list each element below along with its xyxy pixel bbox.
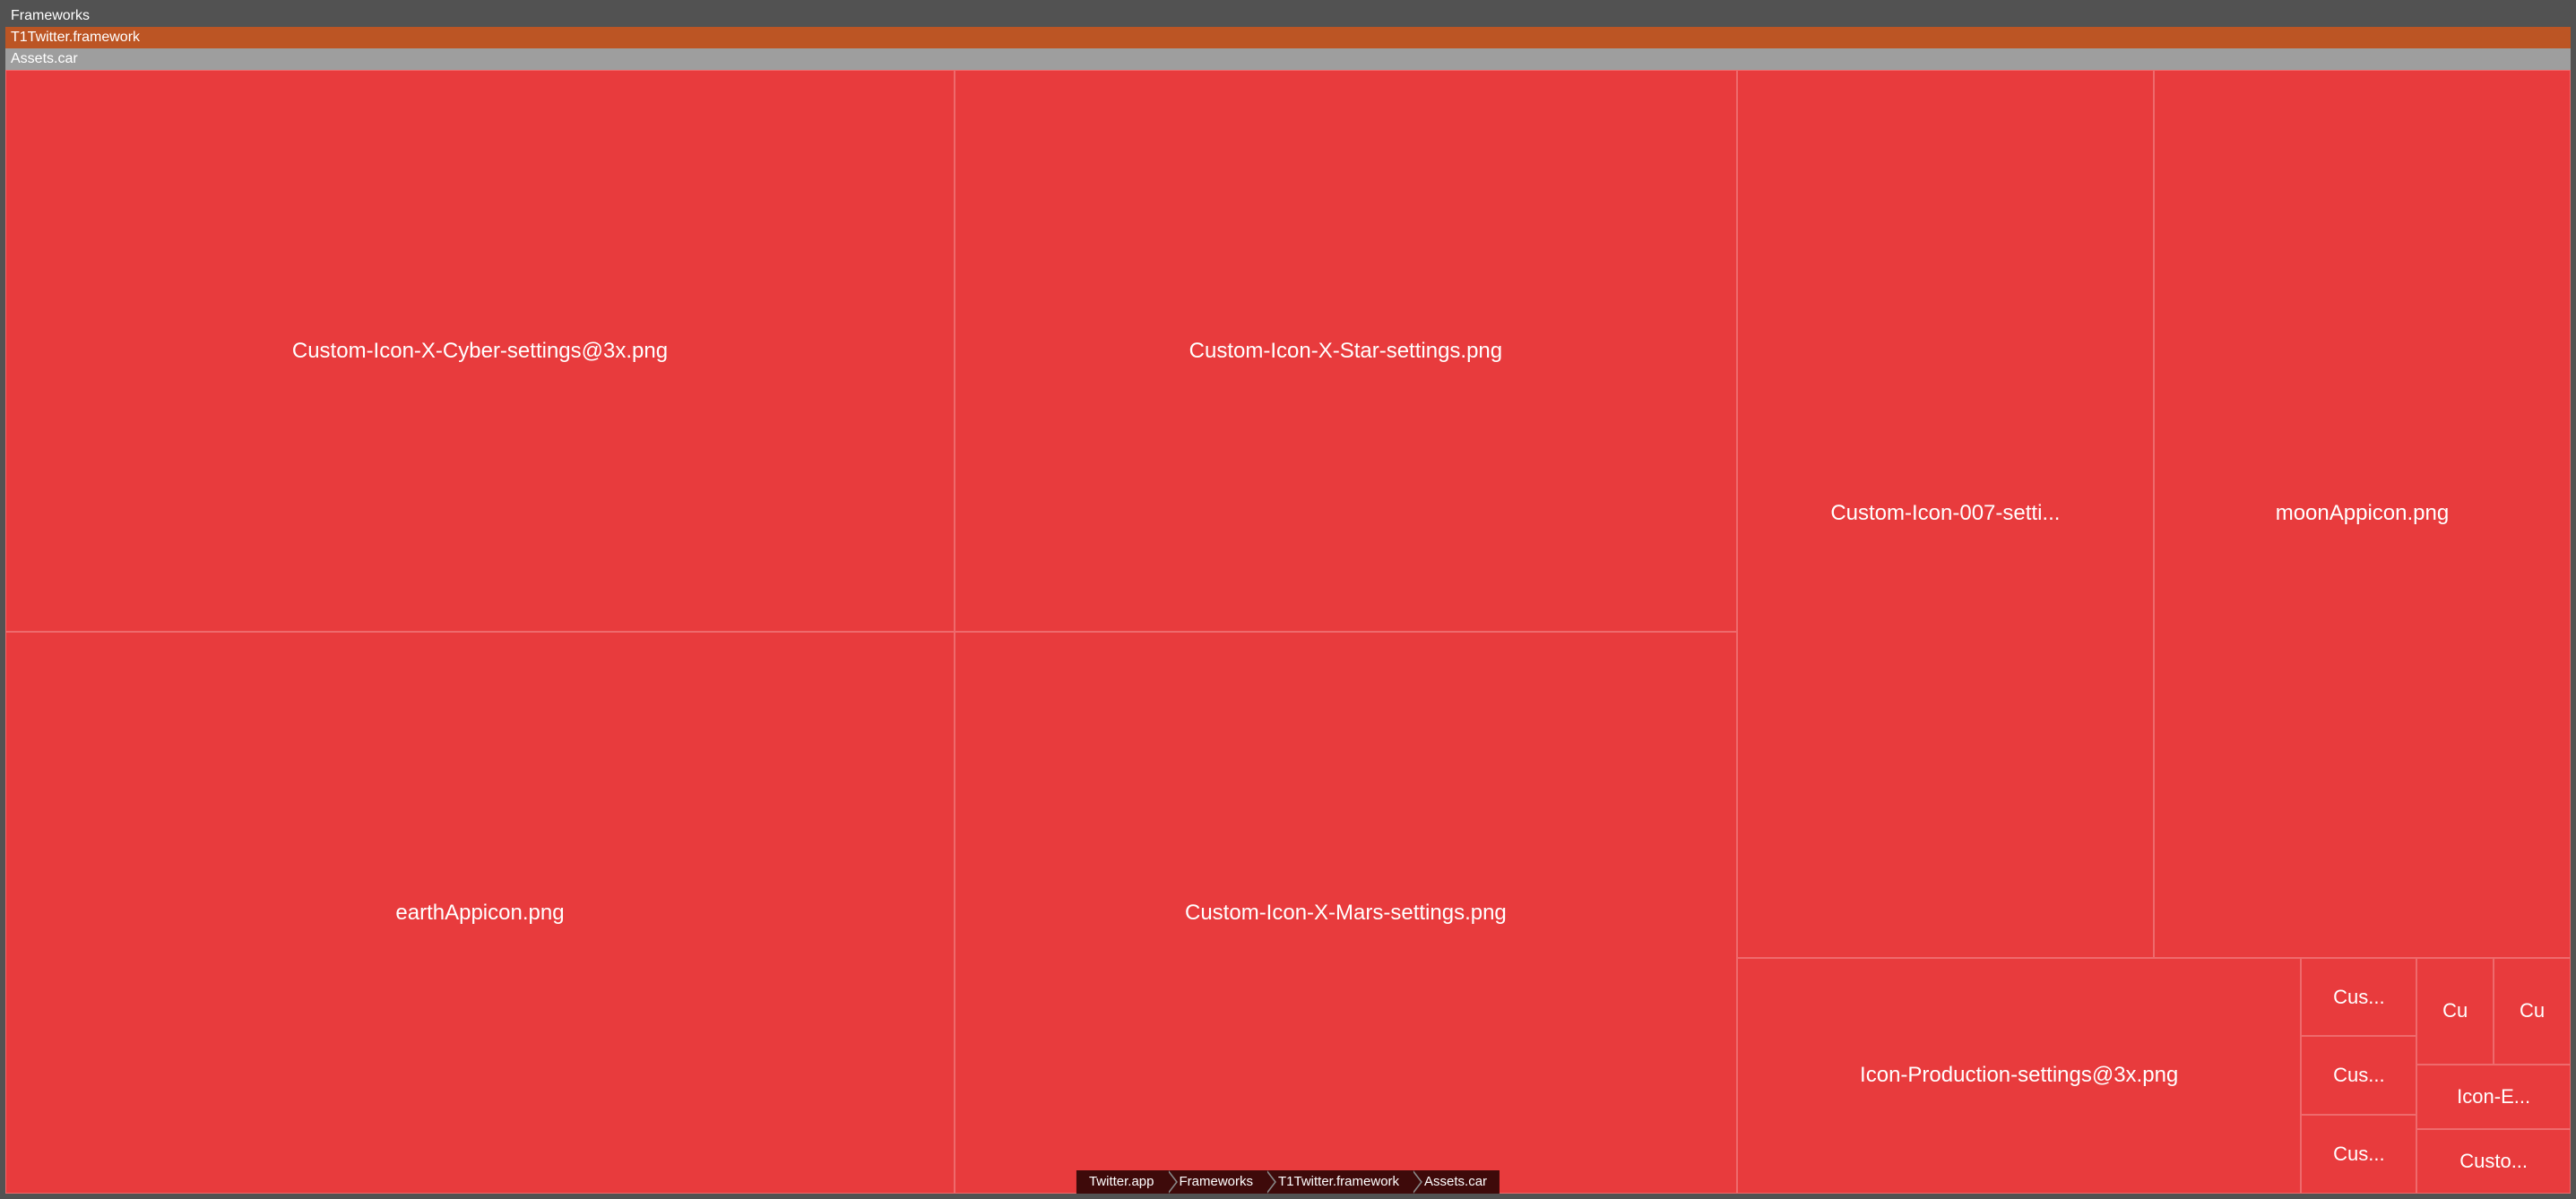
treemap-cell[interactable]: Cus...	[2301, 1115, 2416, 1194]
header-t1twitter[interactable]: T1Twitter.framework	[5, 27, 2571, 48]
breadcrumb-item[interactable]: Twitter.app	[1076, 1170, 1167, 1194]
treemap-cell[interactable]: Icon-Production-settings@3x.png	[1737, 958, 2302, 1194]
treemap-cell[interactable]: earthAppicon.png	[5, 632, 955, 1194]
treemap-cell[interactable]: Custom-Icon-X-Mars-settings.png	[955, 632, 1737, 1194]
treemap-cell[interactable]: Cu	[2416, 958, 2494, 1065]
treemap-area: Custom-Icon-X-Cyber-settings@3x.png eart…	[5, 70, 2571, 1194]
treemap-cell[interactable]: Custom-Icon-X-Star-settings.png	[955, 70, 1737, 632]
breadcrumb-item[interactable]: T1Twitter.framework	[1258, 1170, 1412, 1194]
breadcrumb: Twitter.app Frameworks T1Twitter.framewo…	[1076, 1170, 1500, 1194]
header-frameworks[interactable]: Frameworks	[5, 5, 2571, 27]
treemap-cell[interactable]: Cus...	[2301, 958, 2416, 1037]
treemap-cell[interactable]: Cus...	[2301, 1036, 2416, 1115]
treemap-window: Frameworks T1Twitter.framework Assets.ca…	[0, 0, 2576, 1199]
treemap-cell[interactable]: Icon-E...	[2416, 1065, 2571, 1129]
treemap-cell[interactable]: Custo...	[2416, 1129, 2571, 1194]
treemap-cell[interactable]: moonAppicon.png	[2154, 70, 2571, 958]
header-assets-car[interactable]: Assets.car	[5, 48, 2571, 70]
treemap-cell[interactable]: Custom-Icon-X-Cyber-settings@3x.png	[5, 70, 955, 632]
treemap-cell[interactable]: Custom-Icon-007-setti...	[1737, 70, 2154, 958]
treemap-cell[interactable]: Cu	[2494, 958, 2571, 1065]
